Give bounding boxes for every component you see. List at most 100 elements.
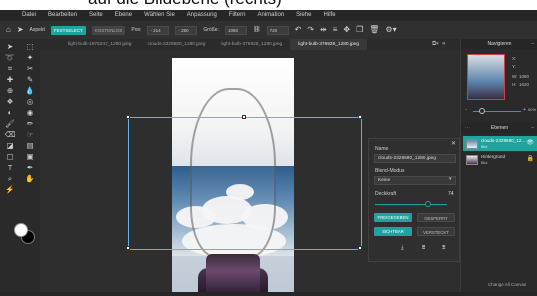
light-bulb-base xyxy=(206,254,260,296)
link-icon[interactable]: ⛓ xyxy=(253,25,261,35)
move-tool-icon[interactable]: ➤ xyxy=(17,25,24,35)
slice-icon[interactable]: ✂ xyxy=(20,63,40,74)
home-icon[interactable]: ⌂ xyxy=(6,25,11,35)
lasso-icon[interactable]: ➰ xyxy=(0,52,20,63)
tab-document-2[interactable]: clouds-2329680_1280.jpeg xyxy=(139,39,213,50)
menu-file[interactable]: Datei xyxy=(22,10,36,21)
transform-selection-box[interactable] xyxy=(126,115,362,250)
close-icon[interactable]: ✕ xyxy=(451,140,456,147)
sponge-icon[interactable]: ◎ xyxy=(20,96,40,107)
tab-document-4-active[interactable]: light-bulb-376926_1280.jpeg xyxy=(290,39,367,50)
brush-icon[interactable]: 🖌 xyxy=(0,118,20,129)
menu-view[interactable]: Siehe xyxy=(296,10,311,21)
flatten-icon[interactable]: ⩨ xyxy=(442,245,445,252)
more-icon[interactable]: ⋯ xyxy=(465,123,470,133)
shape-icon[interactable]: ▢ xyxy=(0,151,20,162)
hand-icon[interactable]: ✋ xyxy=(20,173,40,184)
delete-icon[interactable]: 🗑 xyxy=(369,25,379,35)
layer-thumbnail xyxy=(466,139,478,149)
layer-type: Bild xyxy=(481,161,488,165)
tab-document-3[interactable]: light-bulb-376926_1280.jpeg xyxy=(213,39,290,50)
zoom-knob[interactable] xyxy=(479,108,485,114)
visible-button[interactable]: SICHTBAR xyxy=(374,227,412,236)
document-tabs: light-bulb-1875247_1280.jpeg clouds-2329… xyxy=(60,39,460,50)
dodge-icon[interactable]: ◐ xyxy=(0,107,20,118)
opacity-slider[interactable] xyxy=(375,204,447,205)
clone-icon[interactable]: ⊕ xyxy=(0,85,20,96)
resize-handle-tl[interactable] xyxy=(126,115,130,119)
locked-button[interactable]: GESPERRT xyxy=(417,213,455,222)
eraser-icon[interactable]: ⌫ xyxy=(0,129,20,140)
merge-icon[interactable]: ⩩ xyxy=(422,245,425,252)
settings-icon[interactable]: ⚙▾ xyxy=(385,25,396,35)
minimize-icon[interactable]: – xyxy=(531,39,534,49)
opacity-value: 74 xyxy=(448,191,454,197)
menu-filter[interactable]: Filtern xyxy=(229,10,246,21)
opacity-slider-knob[interactable] xyxy=(425,201,432,207)
foreground-color-swatch[interactable] xyxy=(14,223,28,237)
magic-wand-icon[interactable]: ✦ xyxy=(20,52,40,63)
layer-name-input[interactable]: clouds-2329680_1280.jpeg xyxy=(374,154,456,163)
menu-edit[interactable]: Bearbeiten xyxy=(48,10,77,21)
healing-icon[interactable]: ✚ xyxy=(0,74,20,85)
layer-item-clouds[interactable]: clouds-2329680_12... Bild 👁 xyxy=(463,136,537,151)
tab-document-1[interactable]: light-bulb-1875247_1280.jpeg xyxy=(60,39,139,50)
resize-handle-bl[interactable] xyxy=(126,246,130,250)
eyedropper-icon[interactable]: ✎ xyxy=(20,74,40,85)
search-icon[interactable]: ⌕ xyxy=(0,173,20,184)
size-height-input[interactable]: 720 xyxy=(266,25,289,35)
move-icon[interactable]: ➤ xyxy=(0,41,20,52)
pencil-icon[interactable]: ✏ xyxy=(20,118,40,129)
menu-layer[interactable]: Ebene xyxy=(115,10,132,21)
pen-icon[interactable]: ✒ xyxy=(20,162,40,173)
crop-icon[interactable]: ⌗ xyxy=(0,63,20,74)
menu-select[interactable]: Wählen Sie xyxy=(144,10,175,21)
flip-horizontal-icon[interactable]: ⇹ xyxy=(320,25,327,35)
zoom-out-icon[interactable]: - xyxy=(465,107,467,113)
resize-handle-br[interactable] xyxy=(358,246,362,250)
nav-h-label: H: xyxy=(512,82,517,87)
layer-item-background[interactable]: Hintergrund Bild 🔒 xyxy=(463,152,537,167)
align-icon[interactable]: ≡ xyxy=(333,25,338,35)
text-icon[interactable]: T xyxy=(0,162,20,173)
aspect-free-button[interactable]: KOSTENLOS xyxy=(91,25,126,35)
menu-bar: Datei Bearbeiten Seite Ebene Wählen Sie … xyxy=(0,10,537,21)
navigator-thumbnail[interactable] xyxy=(467,54,505,100)
resize-handle-tr[interactable] xyxy=(358,115,362,119)
duplicate-icon[interactable]: ❐ xyxy=(356,25,363,35)
rotate-left-icon[interactable]: ↶ xyxy=(295,25,302,35)
tab-controls[interactable]: ⧉▾ « xyxy=(432,39,462,50)
transform-icon[interactable]: ✥ xyxy=(343,25,350,35)
lock-icon[interactable]: 🔒 xyxy=(527,156,534,162)
sharpen-icon[interactable]: ❖ xyxy=(0,96,20,107)
resize-handle-top[interactable] xyxy=(242,115,246,119)
hidden-button[interactable]: VERSTECKT xyxy=(417,227,455,236)
zoom-slider[interactable]: - + 50% xyxy=(465,107,537,114)
aspect-fixed-button[interactable]: FESTSELECT xyxy=(50,25,86,35)
photo-editor-app: Datei Bearbeiten Seite Ebene Wählen Sie … xyxy=(0,10,537,296)
rotate-right-icon[interactable]: ↷ xyxy=(307,25,314,35)
menu-help[interactable]: Hilfe xyxy=(324,10,336,21)
menu-page[interactable]: Seite xyxy=(89,10,103,21)
blend-mode-select[interactable]: Keine xyxy=(374,176,456,185)
blur-icon[interactable]: 💧 xyxy=(20,85,40,96)
smudge-icon[interactable]: ☞ xyxy=(20,129,40,140)
eye-icon[interactable]: 👁 xyxy=(526,140,534,146)
burn-icon[interactable]: ◉ xyxy=(20,107,40,118)
zoom-value: 50% xyxy=(528,107,537,112)
magic-icon[interactable]: ⚡ xyxy=(0,184,20,195)
position-y-input[interactable]: - 280 xyxy=(175,25,198,35)
unlocked-button[interactable]: FREIGEGEBEN xyxy=(374,213,412,222)
menu-adjust[interactable]: Anpassung xyxy=(187,10,217,21)
zoom-in-icon[interactable]: + xyxy=(523,107,526,113)
fill-icon[interactable]: ◪ xyxy=(0,140,20,151)
menu-animation[interactable]: Animation xyxy=(257,10,284,21)
position-x-input[interactable]: - 214 xyxy=(147,25,170,35)
image-icon[interactable]: ▣ xyxy=(20,151,40,162)
size-width-input[interactable]: 1080 xyxy=(224,25,247,35)
export-icon[interactable]: ⤓ xyxy=(401,245,404,252)
gradient-icon[interactable]: ▤ xyxy=(20,140,40,151)
caption-text: auf die Bildebene (rechts) xyxy=(0,0,537,10)
marquee-icon[interactable]: ⬚ xyxy=(20,41,40,52)
minimize-icon[interactable]: – xyxy=(531,123,534,133)
